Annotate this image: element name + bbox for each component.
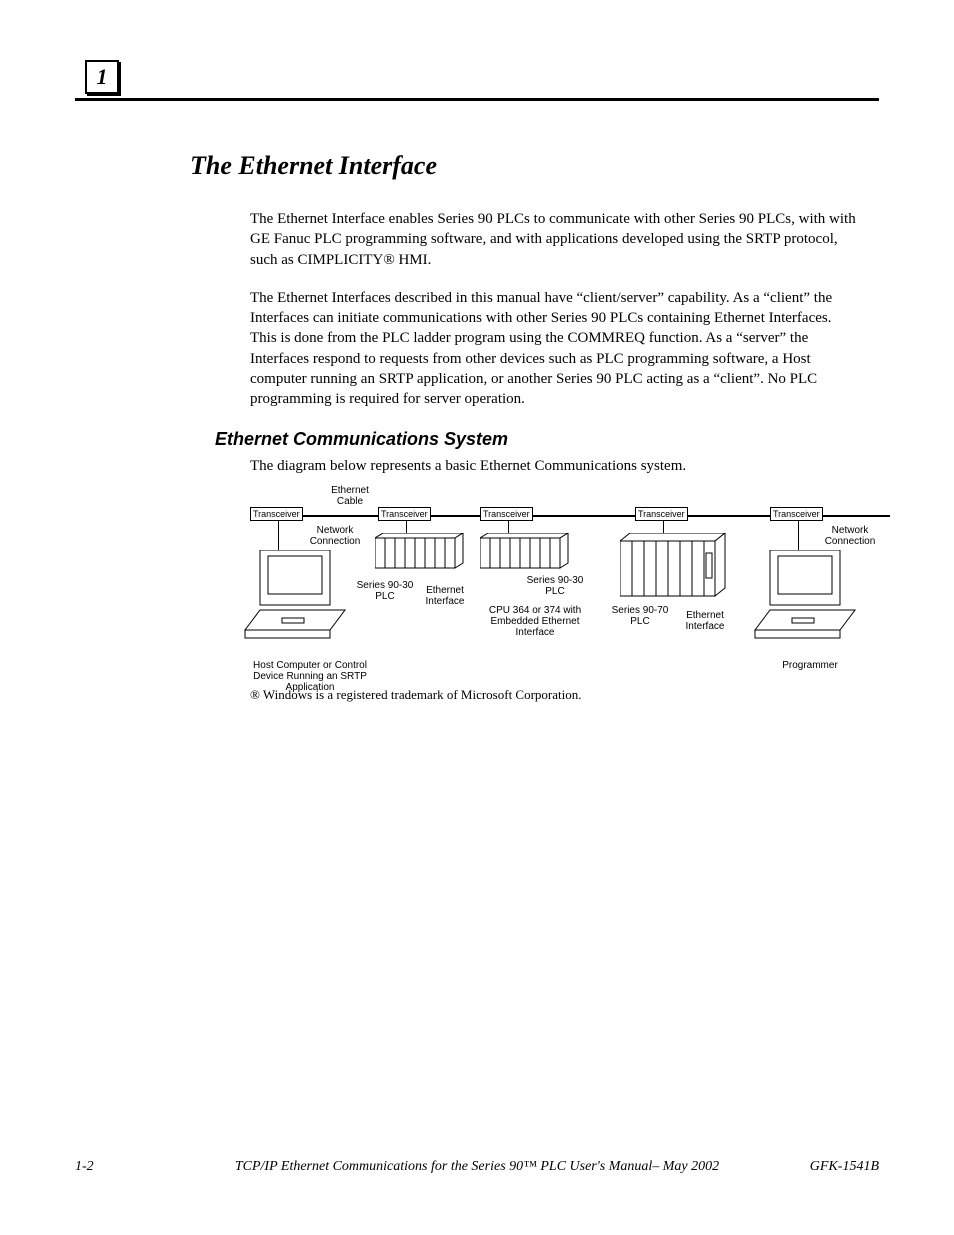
- network-connection-right: Network Connection: [805, 525, 895, 547]
- plc-9070-label: Series 90-70 PLC: [605, 605, 675, 627]
- transceiver-2: Transceiver: [378, 507, 431, 521]
- host-computer-icon: [240, 550, 350, 658]
- ethernet-cable-label: Ethernet Cable: [320, 485, 380, 507]
- plc-9030-1-label: Series 90-30 PLC: [350, 580, 420, 602]
- footer-title: TCP/IP Ethernet Communications for the S…: [195, 1159, 759, 1175]
- eth-iface-1-label: Ethernet Interface: [415, 585, 475, 607]
- footer-page-number: 1-2: [75, 1159, 94, 1175]
- chapter-number-box: 1: [85, 60, 119, 94]
- network-connection-left: Network Connection: [290, 525, 380, 547]
- eth-iface-2-label: Ethernet Interface: [675, 610, 735, 632]
- section-title: The Ethernet Interface: [190, 151, 879, 181]
- page-footer: 1-2 GFK-1541B TCP/IP Ethernet Communicat…: [75, 1159, 879, 1175]
- programmer-caption: Programmer: [770, 660, 850, 671]
- subsection-title: Ethernet Communications System: [215, 429, 879, 450]
- paragraph-1: The Ethernet Interface enables Series 90…: [250, 209, 859, 270]
- plc-9030-2-icon: [480, 533, 570, 581]
- cpu364-label: CPU 364 or 374 with Embedded Ethernet In…: [485, 605, 585, 638]
- footer-doc-number: GFK-1541B: [810, 1159, 879, 1175]
- plc-9070-icon: [620, 533, 730, 606]
- drop-line-1: [278, 521, 279, 551]
- subsection-intro: The diagram below represents a basic Eth…: [250, 456, 859, 476]
- header-rule: [75, 98, 879, 101]
- plc-9030-1-icon: [375, 533, 465, 581]
- transceiver-4: Transceiver: [635, 507, 688, 521]
- paragraph-2: The Ethernet Interfaces described in thi…: [250, 288, 859, 410]
- plc-9030-2-label: Series 90-30 PLC: [520, 575, 590, 597]
- transceiver-1: Transceiver: [250, 507, 303, 521]
- transceiver-3: Transceiver: [480, 507, 533, 521]
- programmer-icon: [750, 550, 860, 658]
- host-caption: Host Computer or Control Device Running …: [245, 660, 375, 693]
- drop-line-5: [798, 521, 799, 551]
- chapter-number: 1: [97, 64, 108, 90]
- transceiver-5: Transceiver: [770, 507, 823, 521]
